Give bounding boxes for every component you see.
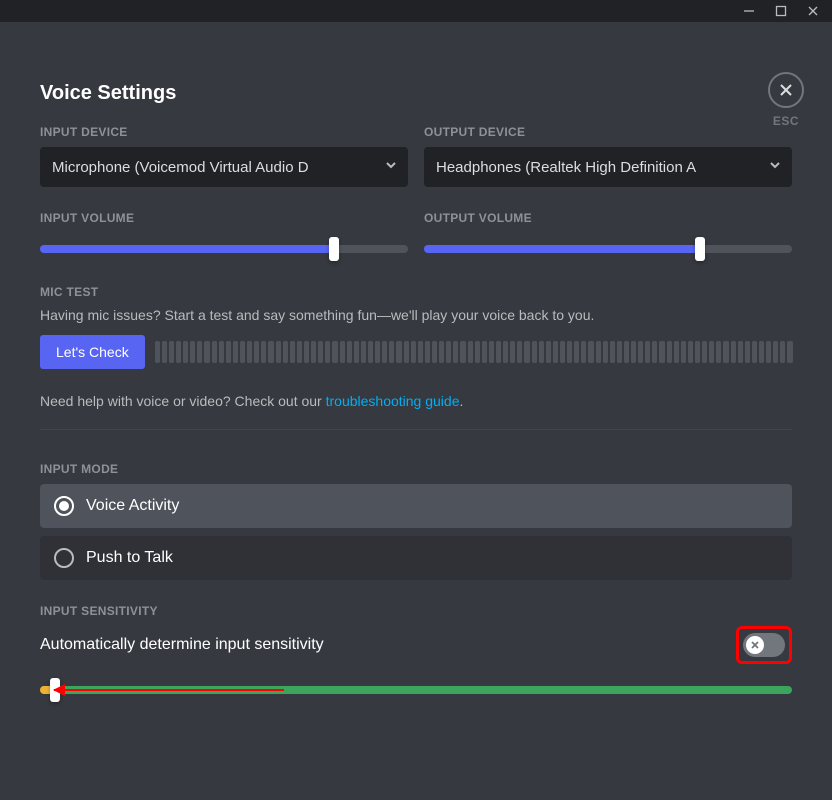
close-icon xyxy=(768,72,804,108)
input-sensitivity-slider[interactable] xyxy=(40,678,792,702)
input-device-value: Microphone (Voicemod Virtual Audio D xyxy=(52,159,378,176)
annotation-arrow xyxy=(54,689,284,691)
mic-test-button[interactable]: Let's Check xyxy=(40,335,145,369)
radio-icon xyxy=(54,548,74,568)
annotation-highlight xyxy=(736,626,792,664)
input-volume-slider[interactable] xyxy=(40,237,408,261)
chevron-down-icon xyxy=(384,158,398,176)
page-title: Voice Settings xyxy=(40,82,792,105)
input-device-label: INPUT DEVICE xyxy=(40,125,408,139)
esc-label: ESC xyxy=(768,114,804,128)
input-sensitivity-label: INPUT SENSITIVITY xyxy=(40,604,792,618)
help-text: Need help with voice or video? Check out… xyxy=(40,393,792,409)
output-device-value: Headphones (Realtek High Definition A xyxy=(436,159,762,176)
radio-icon xyxy=(54,496,74,516)
output-device-label: OUTPUT DEVICE xyxy=(424,125,792,139)
toggle-off-icon xyxy=(746,636,764,654)
input-mode-option[interactable]: Push to Talk xyxy=(40,536,792,580)
input-mode-label: INPUT MODE xyxy=(40,462,792,476)
input-volume-label: INPUT VOLUME xyxy=(40,211,408,225)
output-volume-slider[interactable] xyxy=(424,237,792,261)
window-close-button[interactable] xyxy=(800,0,826,22)
mic-level-meter xyxy=(155,341,792,363)
output-volume-label: OUTPUT VOLUME xyxy=(424,211,792,225)
input-mode-option-label: Push to Talk xyxy=(86,549,173,567)
input-mode-option-label: Voice Activity xyxy=(86,497,179,515)
input-mode-option[interactable]: Voice Activity xyxy=(40,484,792,528)
troubleshooting-link[interactable]: troubleshooting guide xyxy=(326,393,460,409)
input-device-select[interactable]: Microphone (Voicemod Virtual Audio D xyxy=(40,147,408,187)
auto-sensitivity-toggle[interactable] xyxy=(743,633,785,657)
window-minimize-button[interactable] xyxy=(736,0,762,22)
output-device-select[interactable]: Headphones (Realtek High Definition A xyxy=(424,147,792,187)
chevron-down-icon xyxy=(768,158,782,176)
window-maximize-button[interactable] xyxy=(768,0,794,22)
mic-test-description: Having mic issues? Start a test and say … xyxy=(40,307,792,323)
close-settings-button[interactable]: ESC xyxy=(768,72,804,128)
divider xyxy=(40,429,792,430)
auto-sensitivity-label: Automatically determine input sensitivit… xyxy=(40,636,324,654)
window-titlebar xyxy=(0,0,832,22)
mic-test-label: MIC TEST xyxy=(40,285,792,299)
